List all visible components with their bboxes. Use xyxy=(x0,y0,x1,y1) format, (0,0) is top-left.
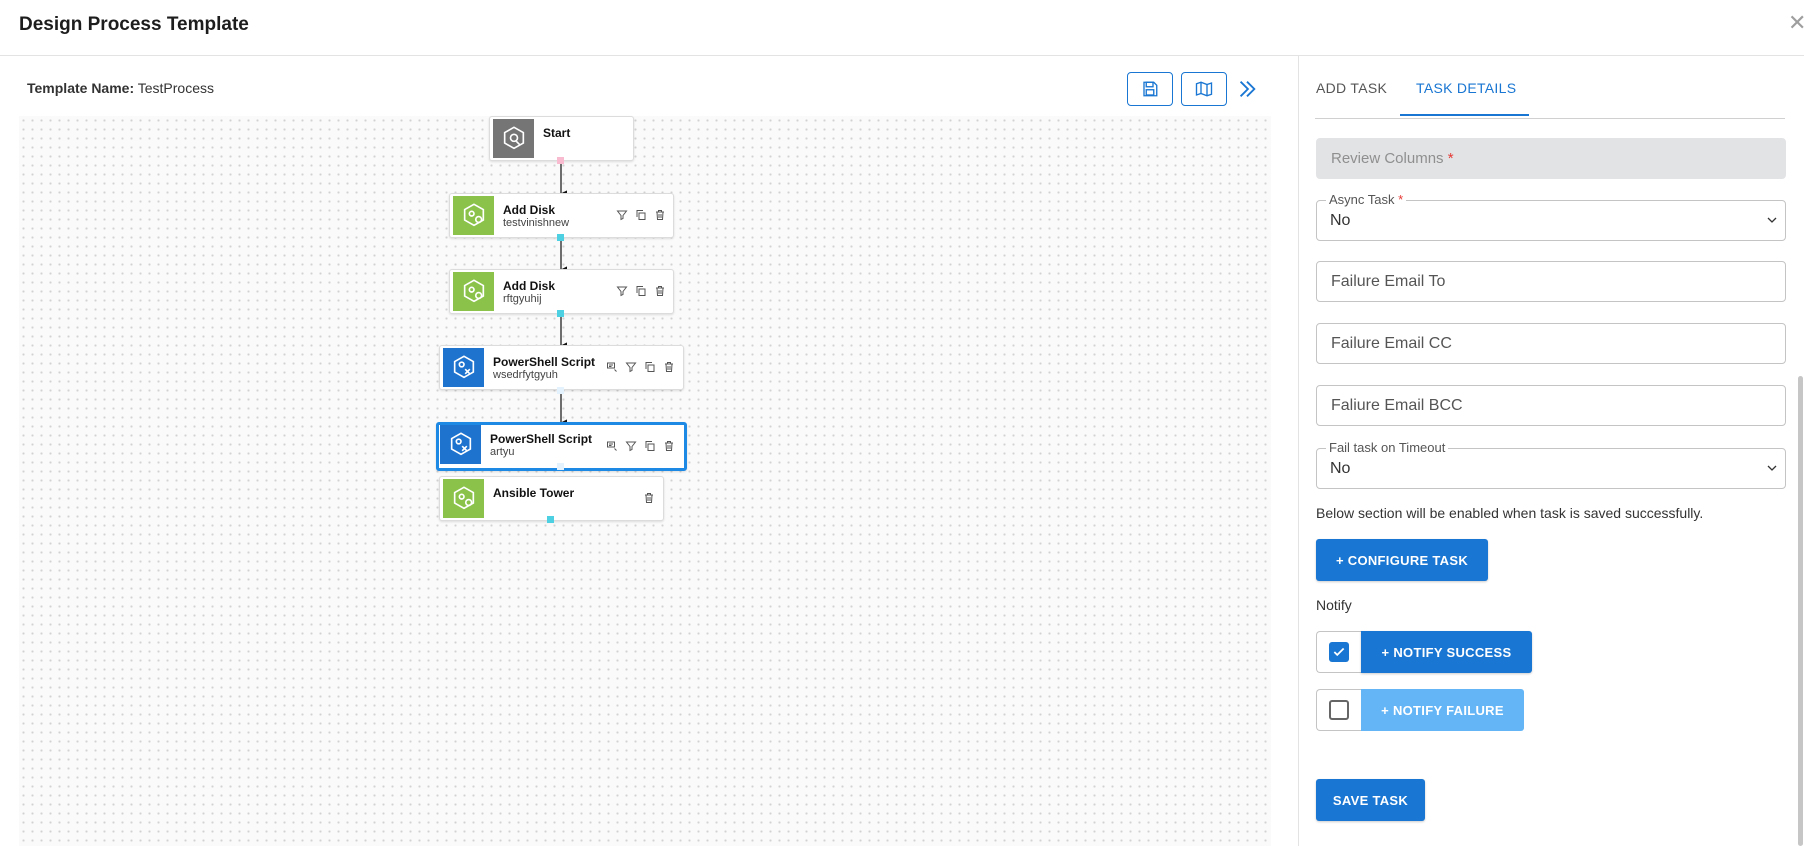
workflow-canvas[interactable]: Start Add Disk testvinishnew Add Disk rf… xyxy=(19,116,1271,846)
script-hex-icon xyxy=(440,425,481,464)
tab-add-task[interactable]: ADD TASK xyxy=(1316,80,1387,96)
failure-email-to-placeholder: Failure Email To xyxy=(1331,273,1446,290)
active-tab-indicator xyxy=(1400,114,1529,116)
template-name-value: TestProcess xyxy=(137,80,214,96)
delete-icon[interactable] xyxy=(653,208,667,222)
map-icon xyxy=(1195,81,1213,97)
workflow-node-powershell-script[interactable]: PowerShell Script wsedrfytgyuh xyxy=(439,345,684,390)
hex-gear-icon xyxy=(453,272,494,311)
review-columns-placeholder: Review Columns * xyxy=(1331,150,1454,167)
notify-failure-checkbox[interactable] xyxy=(1329,700,1349,720)
floppy-disk-icon xyxy=(1143,81,1158,97)
failure-email-bcc-placeholder: Faliure Email BCC xyxy=(1331,397,1463,414)
dialog-header: Design Process Template ✕ xyxy=(0,0,1804,56)
notify-success-button[interactable]: + NOTIFY SUCCESS xyxy=(1361,631,1532,673)
failure-email-to-input[interactable]: Failure Email To xyxy=(1316,261,1786,302)
filter-icon[interactable] xyxy=(624,360,638,374)
scrollbar[interactable] xyxy=(1798,376,1803,846)
notify-failure-button[interactable]: + NOTIFY FAILURE xyxy=(1361,689,1524,731)
copy-icon[interactable] xyxy=(634,284,648,298)
hex-gear-icon xyxy=(453,196,494,235)
node-subtitle: rftgyuhij xyxy=(503,293,542,305)
double-chevron-right-icon xyxy=(1239,81,1256,97)
template-name-label: Template Name: xyxy=(27,80,135,96)
node-title: PowerShell Script xyxy=(490,432,593,446)
expand-panel-button[interactable] xyxy=(1234,76,1260,102)
tab-bar: ADD TASK TASK DETAILS xyxy=(1299,56,1804,118)
async-task-select[interactable]: Async Task * No xyxy=(1316,192,1786,241)
filter-icon[interactable] xyxy=(615,284,629,298)
divider xyxy=(1315,118,1785,119)
configure-note: Below section will be enabled when task … xyxy=(1316,505,1704,521)
node-subtitle: wsedrfytgyuh xyxy=(493,369,558,381)
copy-icon[interactable] xyxy=(634,208,648,222)
delete-icon[interactable] xyxy=(653,284,667,298)
review-columns-field: Review Columns * xyxy=(1316,138,1786,179)
node-title: Start xyxy=(543,126,571,140)
workflow-node-add-disk[interactable]: Add Disk testvinishnew xyxy=(449,193,674,238)
edit-list-icon[interactable] xyxy=(605,360,619,374)
edit-list-icon[interactable] xyxy=(605,439,619,453)
dialog-title: Design Process Template xyxy=(19,14,249,35)
configure-task-button[interactable]: + CONFIGURE TASK xyxy=(1316,539,1488,581)
node-port[interactable] xyxy=(557,157,564,164)
fail-on-timeout-select[interactable]: Fail task on Timeout No xyxy=(1316,440,1786,489)
task-panel: ADD TASK TASK DETAILS Review Columns * A… xyxy=(1298,56,1804,846)
failure-email-bcc-input[interactable]: Faliure Email BCC xyxy=(1316,385,1786,426)
copy-icon[interactable] xyxy=(643,439,657,453)
tab-task-details[interactable]: TASK DETAILS xyxy=(1416,80,1516,96)
async-task-value: No xyxy=(1330,212,1351,229)
delete-icon[interactable] xyxy=(662,439,676,453)
check-icon xyxy=(1333,647,1345,657)
fail-on-timeout-value: No xyxy=(1330,460,1351,477)
map-view-button[interactable] xyxy=(1181,72,1227,106)
copy-icon[interactable] xyxy=(643,360,657,374)
hex-gear-icon xyxy=(443,479,484,518)
save-template-button[interactable] xyxy=(1127,72,1173,106)
notify-label: Notify xyxy=(1316,597,1352,613)
save-task-button[interactable]: SAVE TASK xyxy=(1316,779,1425,821)
template-name: Template Name: TestProcess xyxy=(27,80,214,96)
delete-icon[interactable] xyxy=(642,491,656,505)
node-title: Add Disk xyxy=(503,203,556,217)
delete-icon[interactable] xyxy=(662,360,676,374)
chevron-down-icon xyxy=(1767,217,1777,223)
notify-success-checkbox-wrap xyxy=(1316,631,1361,673)
workflow-node-ansible-tower[interactable]: Ansible Tower xyxy=(439,476,664,521)
workflow-node-add-disk[interactable]: Add Disk rftgyuhij xyxy=(449,269,674,314)
node-port[interactable] xyxy=(547,516,554,523)
node-port[interactable] xyxy=(557,234,564,241)
node-port[interactable] xyxy=(557,463,564,470)
node-subtitle: testvinishnew xyxy=(503,217,570,229)
close-icon[interactable]: ✕ xyxy=(1788,12,1804,34)
async-task-label: Async Task * xyxy=(1326,192,1407,207)
node-title: Add Disk xyxy=(503,279,556,293)
fail-on-timeout-label: Fail task on Timeout xyxy=(1326,440,1449,455)
node-port[interactable] xyxy=(557,387,564,394)
failure-email-cc-placeholder: Failure Email CC xyxy=(1331,335,1452,352)
filter-icon[interactable] xyxy=(615,208,629,222)
designer-panel: Template Name: TestProcess Start Add Dis… xyxy=(0,56,1296,846)
notify-success-checkbox[interactable] xyxy=(1329,642,1349,662)
node-title: PowerShell Script xyxy=(493,355,596,369)
script-hex-icon xyxy=(443,348,484,387)
start-icon xyxy=(493,119,534,158)
node-subtitle: artyu xyxy=(490,446,515,458)
failure-email-cc-input[interactable]: Failure Email CC xyxy=(1316,323,1786,364)
node-port[interactable] xyxy=(557,310,564,317)
filter-icon[interactable] xyxy=(624,439,638,453)
notify-failure-checkbox-wrap xyxy=(1316,689,1361,731)
chevron-down-icon xyxy=(1767,465,1777,471)
node-title: Ansible Tower xyxy=(493,486,575,500)
workflow-node-start[interactable]: Start xyxy=(489,116,634,161)
